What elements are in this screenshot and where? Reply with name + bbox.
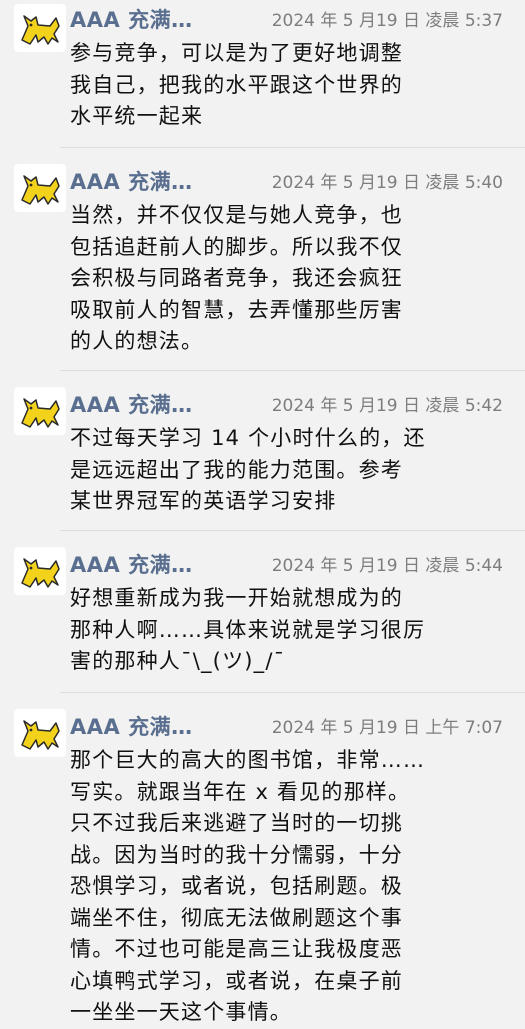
message-timestamp: 2024 年 5 月19 日 上午 7:07 (271, 718, 503, 738)
yellow-cat-icon (21, 175, 60, 205)
avatar[interactable] (14, 4, 66, 52)
message-divider (60, 147, 525, 148)
message-header: AAA 充满… 2024 年 5 月19 日 凌晨 5:40 (70, 166, 515, 196)
yellow-cat-icon (21, 558, 60, 588)
message-text: 参与竞争，可以是为了更好地调整 我自己，把我的水平跟这个世界的 水平统一起来 (70, 41, 403, 128)
avatar[interactable] (14, 709, 66, 757)
sender-name[interactable]: AAA 充满… (70, 549, 193, 579)
sender-name[interactable]: AAA 充满… (70, 4, 193, 34)
yellow-cat-icon (21, 720, 60, 750)
sender-name[interactable]: AAA 充满… (70, 389, 193, 419)
message-text: 不过每天学习 14 个小时什么的，还 是远远超出了我的能力范围。参考 某世界冠军… (70, 426, 426, 513)
message-header: AAA 充满… 2024 年 5 月19 日 凌晨 5:44 (70, 549, 515, 579)
avatar[interactable] (14, 547, 66, 595)
message-divider (60, 692, 525, 693)
message-text: 当然，并不仅仅是与她人竞争，也 包括追赶前人的脚步。所以我不仅 会积极与同路者竞… (70, 203, 403, 353)
message-header: AAA 充满… 2024 年 5 月19 日 凌晨 5:37 (70, 4, 515, 34)
message-header: AAA 充满… 2024 年 5 月19 日 上午 7:07 (70, 711, 515, 741)
message-timestamp: 2024 年 5 月19 日 凌晨 5:44 (271, 556, 503, 576)
message-divider (60, 370, 525, 371)
message-timestamp: 2024 年 5 月19 日 凌晨 5:42 (271, 396, 503, 416)
sender-name[interactable]: AAA 充满… (70, 166, 193, 196)
sender-name[interactable]: AAA 充满… (70, 711, 193, 741)
message-text: 那个巨大的高大的图书馆，非常…… 写实。就跟当年在 x 看见的那样。 只不过我后… (70, 748, 426, 1024)
message-timestamp: 2024 年 5 月19 日 凌晨 5:37 (271, 11, 503, 31)
message-timestamp: 2024 年 5 月19 日 凌晨 5:40 (271, 173, 503, 193)
message-header: AAA 充满… 2024 年 5 月19 日 凌晨 5:42 (70, 389, 515, 419)
yellow-cat-icon (21, 398, 60, 428)
message-text: 好想重新成为我一开始就想成为的 那种人啊……具体来说就是学习很厉 害的那种人¯\… (70, 586, 426, 673)
yellow-cat-icon (21, 15, 60, 45)
avatar[interactable] (14, 164, 66, 212)
message-divider (60, 530, 525, 531)
avatar[interactable] (14, 387, 66, 435)
